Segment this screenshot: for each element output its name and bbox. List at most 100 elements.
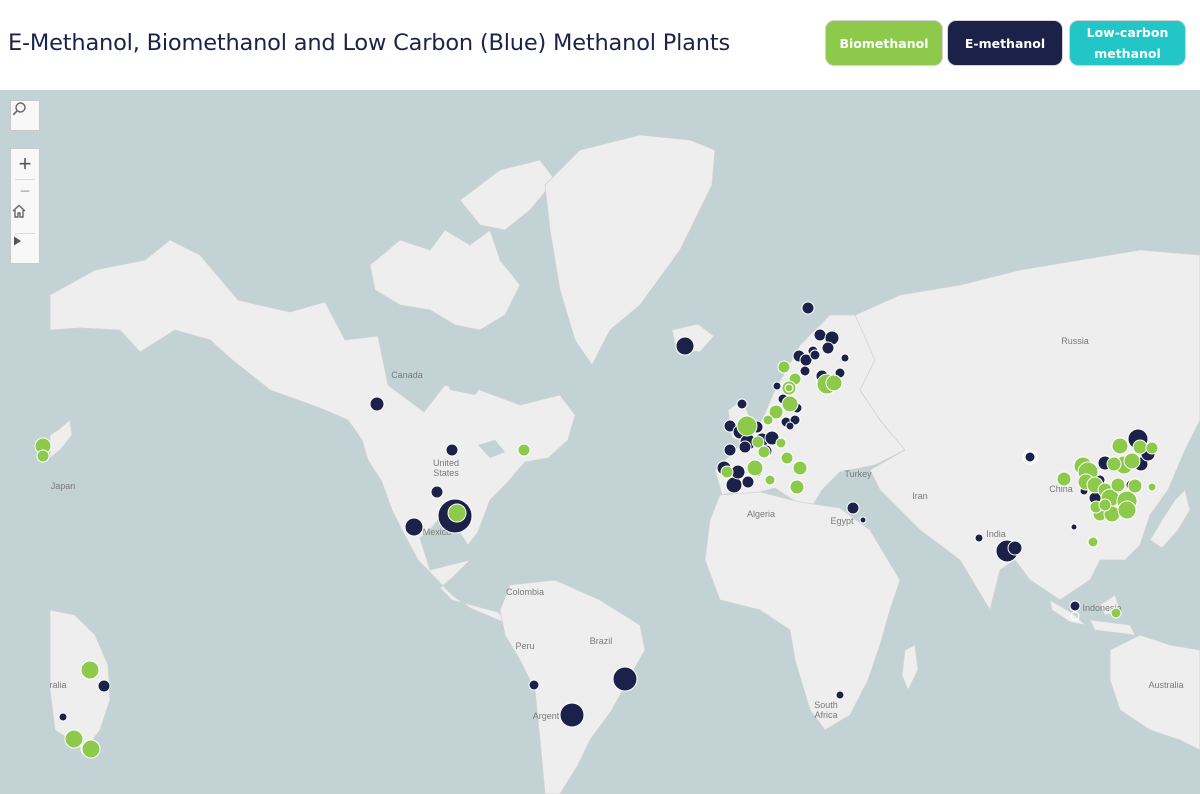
biomethanol-plant-marker[interactable]: [517, 443, 531, 457]
country-label-united-states-2: States: [433, 468, 459, 478]
country-label-colombia: Colombia: [506, 587, 544, 597]
biomethanol-plant-marker[interactable]: [1098, 498, 1112, 512]
emethanol-plant-marker[interactable]: [785, 421, 795, 431]
emethanol-plant-marker[interactable]: [1007, 540, 1023, 556]
emethanol-plant-marker[interactable]: [840, 353, 850, 363]
emethanol-plant-marker[interactable]: [738, 440, 752, 454]
biomethanol-plant-marker[interactable]: [781, 380, 797, 396]
expand-toolbar-button[interactable]: [11, 235, 39, 263]
world-map[interactable]: Canada United States Mexico Colombia Peru Braz…: [0, 90, 1200, 794]
emethanol-plant-marker[interactable]: [1024, 451, 1036, 463]
biomethanol-plant-marker[interactable]: [777, 360, 791, 374]
country-label-argentina: Argent: [533, 711, 560, 721]
emethanol-plant-marker[interactable]: [809, 349, 821, 361]
emethanol-plant-marker[interactable]: [1070, 523, 1078, 531]
toolbar-divider: [15, 233, 35, 234]
biomethanol-plant-marker[interactable]: [1110, 607, 1122, 619]
emethanol-plant-marker[interactable]: [612, 666, 638, 692]
emethanol-plant-marker[interactable]: [835, 690, 845, 700]
emethanol-plant-marker[interactable]: [859, 516, 867, 524]
country-label-canada: Canada: [391, 370, 423, 380]
biomethanol-plant-marker[interactable]: [736, 415, 758, 437]
emethanol-plant-marker[interactable]: [675, 336, 695, 356]
emethanol-plant-marker[interactable]: [801, 301, 815, 315]
emethanol-plant-marker[interactable]: [528, 679, 540, 691]
country-label-russia: Russia: [1061, 336, 1089, 346]
biomethanol-plant-marker[interactable]: [775, 437, 787, 449]
emethanol-plant-marker[interactable]: [559, 702, 585, 728]
emethanol-plant-marker[interactable]: [799, 365, 811, 377]
emethanol-plant-marker[interactable]: [58, 712, 68, 722]
reset-view-button[interactable]: [11, 203, 39, 233]
madagascar-land: [901, 644, 919, 691]
country-label-peru: Peru: [515, 641, 534, 651]
country-label-japan: Japan: [51, 481, 76, 491]
emethanol-plant-marker[interactable]: [723, 443, 737, 457]
biomethanol-plant-marker[interactable]: [780, 451, 794, 465]
indonesia-land: [1049, 594, 1136, 636]
biomethanol-plant-marker[interactable]: [1056, 471, 1072, 487]
land-layer: [49, 134, 1200, 794]
biomethanol-plant-marker[interactable]: [1110, 477, 1126, 493]
map-search-button[interactable]: [10, 100, 40, 131]
japan-west-land: [49, 419, 73, 459]
africa-land: [704, 491, 901, 731]
biomethanol-plant-marker[interactable]: [825, 374, 843, 392]
biomethanol-plant-marker[interactable]: [1117, 500, 1137, 520]
emethanol-plant-marker[interactable]: [813, 328, 827, 342]
emethanol-plant-marker[interactable]: [1069, 600, 1081, 612]
emethanol-plant-marker[interactable]: [430, 485, 444, 499]
biomethanol-plant-marker[interactable]: [80, 660, 100, 680]
emethanol-plant-marker[interactable]: [974, 533, 984, 543]
biomethanol-plant-marker[interactable]: [720, 465, 734, 479]
country-label-australia: Australia: [1148, 680, 1183, 690]
page-title: E-Methanol, Biomethanol and Low Carbon (…: [8, 30, 730, 56]
emethanol-plant-marker[interactable]: [445, 443, 459, 457]
biomethanol-plant-marker[interactable]: [1111, 437, 1129, 455]
home-icon: [12, 204, 26, 218]
emethanol-plant-marker[interactable]: [725, 476, 743, 494]
biomethanol-plant-marker[interactable]: [1147, 482, 1157, 492]
biomethanol-plant-marker[interactable]: [762, 414, 774, 426]
search-icon: [12, 102, 26, 116]
emethanol-plant-marker[interactable]: [821, 341, 835, 355]
biomethanol-plant-marker[interactable]: [36, 449, 50, 463]
biomethanol-plant-marker[interactable]: [1123, 452, 1141, 470]
australia-land: [1109, 634, 1200, 751]
biomethanol-plant-marker[interactable]: [1132, 439, 1148, 455]
biomethanol-plant-marker[interactable]: [1127, 478, 1143, 494]
emethanol-plant-marker[interactable]: [404, 517, 424, 537]
map-canvas[interactable]: CanadaUnitedStatesMexicoColombiaPeru Braz…: [0, 90, 1200, 794]
biomethanol-plant-marker[interactable]: [781, 395, 799, 413]
biomethanol-plant-marker[interactable]: [757, 445, 771, 459]
biomethanol-plant-marker[interactable]: [1106, 456, 1122, 472]
country-label-turkey: Turkey: [844, 469, 872, 479]
biomethanol-plant-marker[interactable]: [81, 739, 101, 759]
biomethanol-plant-marker[interactable]: [1145, 441, 1159, 455]
biomethanol-filter-button[interactable]: Biomethanol: [825, 20, 943, 66]
biomethanol-plant-marker[interactable]: [64, 729, 84, 749]
emethanol-plant-marker[interactable]: [97, 679, 111, 693]
biomethanol-plant-marker[interactable]: [764, 474, 776, 486]
emethanol-plant-marker[interactable]: [741, 475, 755, 489]
country-label-south-africa: South: [814, 700, 838, 710]
map-zoom-controls: + −: [10, 148, 40, 264]
emethanol-plant-marker[interactable]: [369, 396, 385, 412]
country-label-australia-west: ralia: [49, 680, 66, 690]
biomethanol-plant-marker[interactable]: [789, 479, 805, 495]
lowcarbon-filter-button[interactable]: Low-carbon methanol: [1069, 20, 1186, 66]
country-label-iran: Iran: [912, 491, 928, 501]
biomethanol-plant-marker[interactable]: [746, 459, 764, 477]
zoom-in-button[interactable]: +: [11, 149, 39, 179]
biomethanol-plant-marker[interactable]: [1087, 536, 1099, 548]
emethanol-filter-button[interactable]: E-methanol: [947, 20, 1063, 66]
country-label-india: India: [986, 529, 1006, 539]
zoom-out-button[interactable]: −: [11, 179, 39, 203]
emethanol-plant-marker[interactable]: [736, 398, 748, 410]
emethanol-plant-marker[interactable]: [846, 501, 860, 515]
play-icon: [14, 236, 21, 246]
biomethanol-plant-marker[interactable]: [447, 503, 467, 523]
emethanol-plant-marker[interactable]: [772, 381, 782, 391]
biomethanol-plant-marker[interactable]: [792, 460, 808, 476]
asia-russia-land: [854, 249, 1200, 612]
